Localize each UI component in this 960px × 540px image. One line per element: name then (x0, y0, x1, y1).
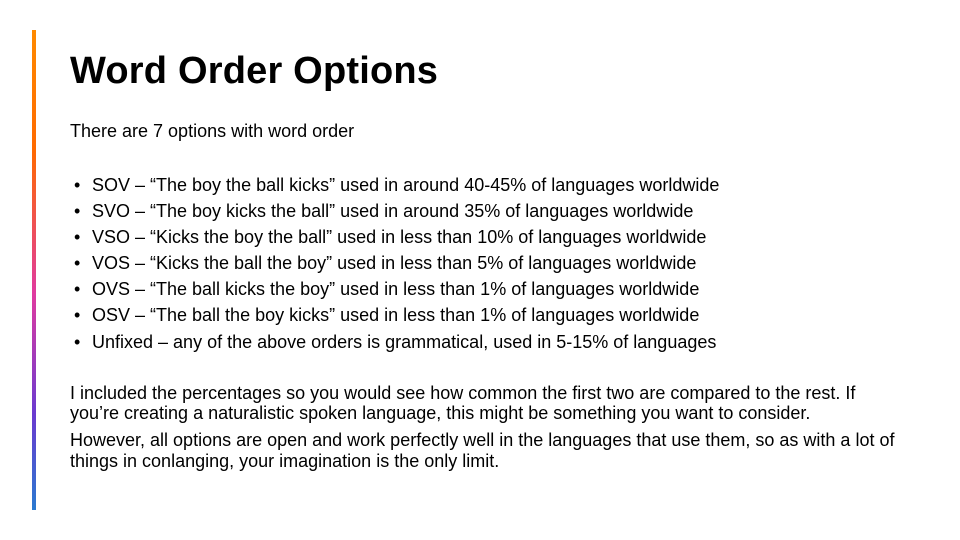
list-item: SOV – “The boy the ball kicks” used in a… (70, 172, 910, 198)
accent-bar (32, 30, 36, 510)
slide: Word Order Options There are 7 options w… (0, 0, 960, 540)
list-item: VOS – “Kicks the ball the boy” used in l… (70, 250, 910, 276)
paragraph-2: However, all options are open and work p… (70, 430, 900, 471)
slide-title: Word Order Options (70, 50, 910, 93)
list-item: VSO – “Kicks the boy the ball” used in l… (70, 224, 910, 250)
slide-content: Word Order Options There are 7 options w… (70, 50, 910, 477)
word-order-list: SOV – “The boy the ball kicks” used in a… (70, 172, 910, 355)
paragraph-1: I included the percentages so you would … (70, 383, 900, 424)
list-item: SVO – “The boy kicks the ball” used in a… (70, 198, 910, 224)
list-item: OSV – “The ball the boy kicks” used in l… (70, 302, 910, 328)
list-item: OVS – “The ball kicks the boy” used in l… (70, 276, 910, 302)
list-item: Unfixed – any of the above orders is gra… (70, 329, 910, 355)
intro-text: There are 7 options with word order (70, 121, 910, 142)
